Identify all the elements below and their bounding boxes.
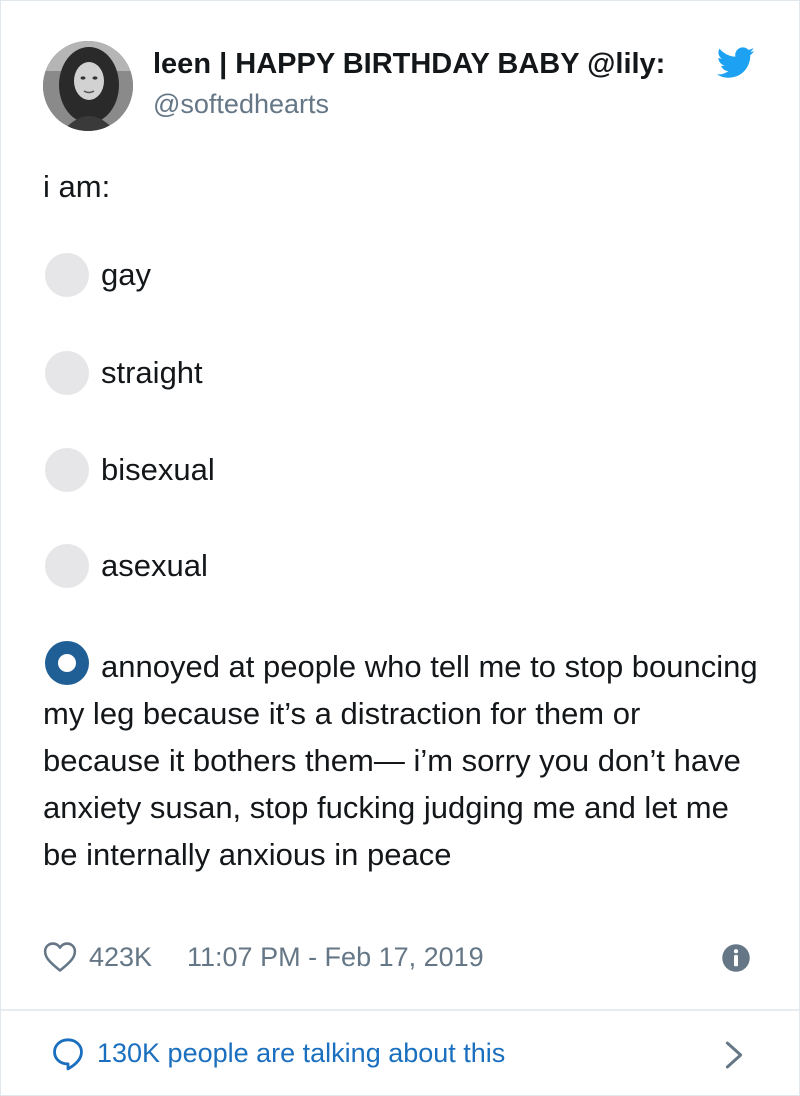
twitter-bird-icon[interactable]	[717, 46, 755, 80]
chevron-right-icon[interactable]	[723, 1039, 745, 1071]
poll-option-label: asexual	[101, 548, 208, 583]
conversation-text[interactable]: 130K people are talking about this	[97, 1033, 505, 1073]
author-handle[interactable]: @softedhearts	[153, 87, 329, 121]
poll-option-label: annoyed at people who tell me to stop bo…	[43, 649, 758, 872]
poll-option-label: gay	[101, 257, 151, 292]
poll-option-label: bisexual	[101, 452, 215, 487]
radio-button[interactable]	[45, 351, 89, 395]
heart-icon[interactable]	[43, 941, 77, 973]
tweet-card: leen | HAPPY BIRTHDAY BABY @lily: @softe…	[0, 0, 800, 1096]
info-icon[interactable]	[721, 943, 751, 973]
radio-button[interactable]	[45, 544, 89, 588]
speech-bubble-icon	[53, 1038, 83, 1071]
radio-button[interactable]	[45, 253, 89, 297]
radio-button-selected[interactable]	[45, 641, 89, 685]
author-display-name[interactable]: leen | HAPPY BIRTHDAY BABY @lily:	[153, 45, 721, 83]
poll-option-label: straight	[101, 355, 203, 390]
tweet-meta: 423K 11:07 PM - Feb 17, 2019	[43, 937, 763, 977]
avatar[interactable]	[43, 41, 133, 131]
like-count: 423K	[89, 942, 153, 972]
tweet-text: i am:	[43, 169, 111, 204]
tweet-timestamp[interactable]: 11:07 PM - Feb 17, 2019	[187, 937, 484, 977]
conversation-link[interactable]: 130K people are talking about this	[1, 1011, 799, 1095]
poll-option-annoyed[interactable]: annoyed at people who tell me to stop bo…	[43, 641, 763, 878]
avatar-photo-icon	[43, 41, 133, 131]
radio-button[interactable]	[45, 448, 89, 492]
